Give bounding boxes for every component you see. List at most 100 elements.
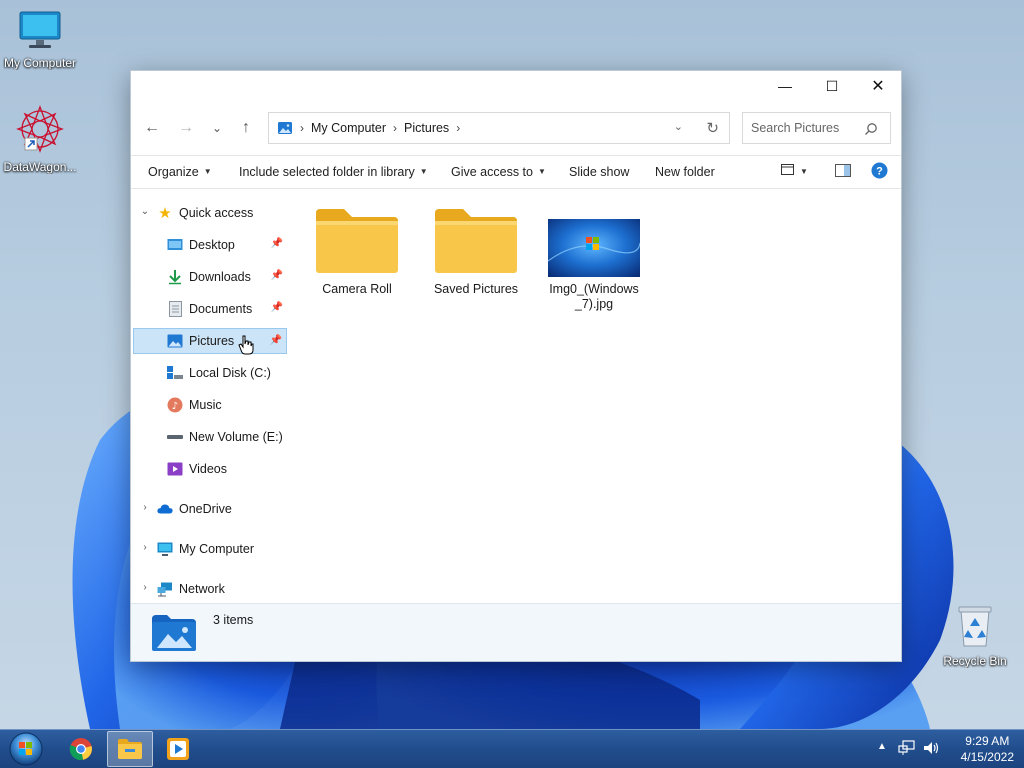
up-button[interactable]: ↑ <box>233 115 259 141</box>
media-player-icon <box>167 738 189 760</box>
star-icon: ★ <box>158 205 172 222</box>
monitor-icon <box>157 541 173 557</box>
preview-pane-button[interactable] <box>835 164 851 180</box>
nav-label: My Computer <box>179 542 255 556</box>
file-list: Camera Roll Saved Pictures Img0_(Windows… <box>291 189 901 604</box>
nav-downloads[interactable]: Downloads 📌 <box>133 264 287 290</box>
recycle-bin-icon <box>958 606 992 647</box>
pin-icon: 📌 <box>269 335 282 346</box>
file-name: Camera Roll <box>322 282 392 296</box>
help-button[interactable]: ? <box>871 162 888 182</box>
arrow-left-icon: ← <box>144 119 160 136</box>
nav-music[interactable]: ♪ Music <box>133 392 287 418</box>
preview-pane-icon <box>835 164 851 177</box>
nav-label: Pictures <box>189 334 235 348</box>
slide-show-button[interactable]: Slide show <box>569 165 629 179</box>
desktop-icon-recycle-bin[interactable]: Recycle Bin <box>935 604 1015 668</box>
view-icon <box>781 164 794 175</box>
search-input[interactable]: Search Pictures <box>742 112 891 144</box>
clock-date: 4/15/2022 <box>960 750 1014 764</box>
desktop-icon-label: My Computer <box>3 56 77 70</box>
refresh-icon[interactable]: ↻ <box>706 119 719 137</box>
address-bar[interactable]: › My Computer › Pictures › ⌄ ↻ <box>268 112 730 144</box>
drive-icon <box>167 365 183 381</box>
chevron-down-icon: ⌄ <box>211 121 223 135</box>
nav-onedrive[interactable]: OneDrive <box>157 496 287 522</box>
desktop-icon-label: Recycle Bin <box>943 654 1007 668</box>
taskbar-clock[interactable]: 9:29 AM 4/15/2022 <box>961 733 1014 765</box>
chevron-down-icon[interactable]: ⌄ <box>139 206 151 217</box>
nav-documents[interactable]: Documents 📌 <box>133 296 287 322</box>
command-bar: Organize ▼ Include selected folder in lib… <box>131 155 901 189</box>
nav-label: New Volume (E:) <box>189 430 283 444</box>
address-dropdown-icon[interactable]: ⌄ <box>674 120 683 133</box>
file-name: Saved Pictures <box>433 282 519 296</box>
navigation-pane: ⌄ ★ Quick access Desktop 📌 Downloads 📌 D… <box>131 189 291 604</box>
cloud-icon <box>157 501 173 517</box>
taskbar-chrome[interactable] <box>58 731 104 767</box>
desktop-icon-datawagon[interactable]: DataWagon... <box>0 104 80 174</box>
include-label: Include selected folder in library <box>239 165 415 179</box>
taskbar: ▲ 9:29 AM 4/15/2022 <box>0 729 1024 768</box>
include-in-library-button[interactable]: Include selected folder in library ▼ <box>239 165 428 179</box>
nav-local-disk-c[interactable]: Local Disk (C:) <box>133 360 287 386</box>
new-folder-label: New folder <box>655 165 715 179</box>
music-icon: ♪ <box>167 397 183 413</box>
new-folder-button[interactable]: New folder <box>655 165 715 179</box>
chevron-right-icon[interactable]: › <box>139 502 151 513</box>
caret-down-icon: ▼ <box>203 167 212 176</box>
nav-videos[interactable]: Videos <box>133 456 287 482</box>
desktop-icon-label: DataWagon... <box>3 160 77 174</box>
view-options-button[interactable]: ▼ <box>781 164 808 179</box>
chevron-right-icon[interactable]: › <box>139 582 151 593</box>
breadcrumb-pictures[interactable]: Pictures <box>404 121 449 135</box>
give-access-label: Give access to <box>451 165 533 179</box>
file-item-img0[interactable]: Img0_(Windows_7).jpg <box>537 219 651 312</box>
pictures-icon <box>278 122 292 134</box>
desktop-icon-my-computer[interactable]: My Computer <box>0 10 80 70</box>
breadcrumb-my-computer[interactable]: My Computer <box>311 121 386 135</box>
nav-network[interactable]: Network <box>157 576 287 602</box>
file-item-saved-pictures[interactable]: Saved Pictures <box>421 207 531 297</box>
maximize-button[interactable]: ☐ <box>809 71 855 101</box>
back-button[interactable]: ← <box>139 115 165 141</box>
minimize-button[interactable]: — <box>762 71 808 101</box>
nav-my-computer[interactable]: My Computer <box>157 536 287 562</box>
nav-label: Music <box>189 398 222 412</box>
title-bar: — ☐ ✕ <box>131 71 901 103</box>
breadcrumb-separator: › <box>300 121 304 135</box>
folder-icon <box>316 209 398 273</box>
forward-button[interactable]: → <box>173 115 199 141</box>
hand-cursor-icon <box>238 335 254 355</box>
image-thumbnail <box>547 219 641 277</box>
close-icon: ✕ <box>871 78 885 95</box>
volume-icon[interactable] <box>923 740 941 759</box>
windows-orb-icon <box>9 732 43 766</box>
organize-button[interactable]: Organize ▼ <box>148 165 212 179</box>
nav-quick-access[interactable]: ★ Quick access <box>157 200 287 226</box>
pin-icon: 📌 <box>270 270 283 281</box>
file-item-camera-roll[interactable]: Camera Roll <box>302 207 412 297</box>
organize-label: Organize <box>148 165 199 179</box>
nav-pictures[interactable]: Pictures 📌 <box>133 328 287 355</box>
taskbar-file-explorer[interactable] <box>107 731 153 767</box>
item-count: 3 items <box>213 613 254 627</box>
caret-down-icon: ▼ <box>800 167 808 176</box>
nav-new-volume-e[interactable]: New Volume (E:) <box>133 424 287 450</box>
svg-text:♪: ♪ <box>172 401 178 412</box>
give-access-button[interactable]: Give access to ▼ <box>451 165 546 179</box>
chevron-right-icon[interactable]: › <box>139 542 151 553</box>
file-name: Img0_(Windows_7).jpg <box>549 282 639 311</box>
arrow-right-icon: → <box>178 119 194 136</box>
show-hidden-icons-icon[interactable]: ▲ <box>877 741 887 752</box>
nav-label: Downloads <box>189 270 251 284</box>
nav-desktop[interactable]: Desktop 📌 <box>133 232 287 258</box>
taskbar-media-player[interactable] <box>155 731 201 767</box>
close-button[interactable]: ✕ <box>855 71 901 101</box>
nav-label: Documents <box>189 302 253 316</box>
network-tray-icon[interactable] <box>898 740 916 759</box>
recent-locations-button[interactable]: ⌄ <box>204 115 230 141</box>
start-button[interactable] <box>4 731 48 767</box>
nav-label: Local Disk (C:) <box>189 366 271 380</box>
arrow-up-icon: ↑ <box>242 119 250 136</box>
